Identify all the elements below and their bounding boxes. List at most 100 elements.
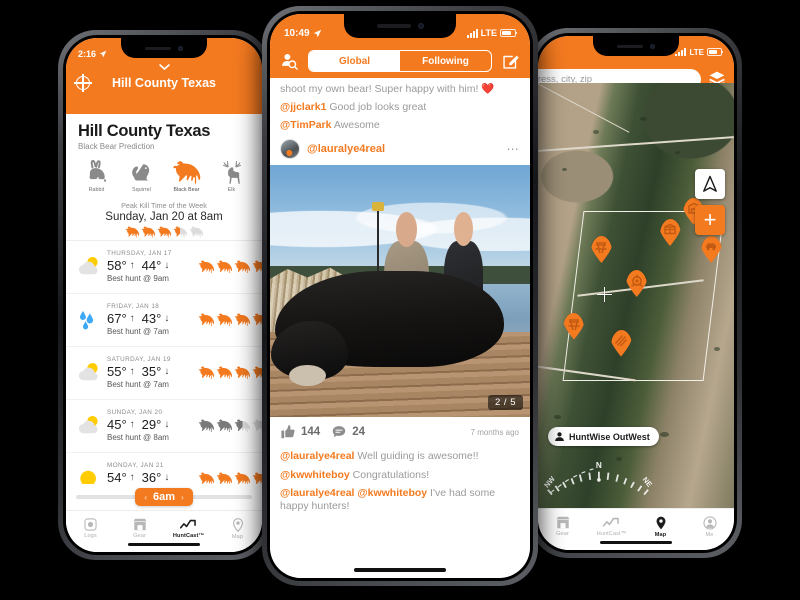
more-options-icon[interactable]: ⋯: [507, 143, 520, 155]
chevron-down-icon[interactable]: [66, 64, 262, 73]
tab-label: Map: [654, 531, 667, 538]
bear-icon: [172, 161, 200, 184]
partly-cloudy-icon: [78, 257, 98, 275]
tab-label: Me: [705, 531, 714, 538]
phone-bezel: 2:16 Hill County Texas Hill County Texas…: [63, 35, 265, 555]
tab-label: HuntCast™: [172, 533, 205, 539]
map-pin[interactable]: [701, 236, 722, 263]
post-comments-list: @lauralye4real Well guiding is awesome!!…: [270, 443, 530, 513]
compass-n: N: [596, 461, 602, 470]
comment-bubble-icon[interactable]: [332, 425, 346, 439]
tab-label: Gear: [133, 533, 146, 539]
post-username[interactable]: @lauralye4real: [307, 143, 500, 155]
bear-rating-icon: [198, 313, 215, 327]
comment-username[interactable]: @TimPark: [280, 119, 332, 131]
previous-post-comments: shoot my own bear! Super happy with him!…: [270, 78, 530, 132]
animal-squirrel[interactable]: Squirrel: [120, 159, 164, 193]
peak-kill-time: Peak Kill Time of the Week Sunday, Jan 2…: [66, 195, 262, 240]
post-actions: 144 24 7 months ago: [270, 417, 530, 443]
forecast-row[interactable]: FRIDAY, JAN 18 67° ↑ 43° ↓ Best hunt @ 7am: [66, 294, 262, 347]
feed-scope-tabs: Global Following: [308, 50, 492, 72]
bear-rating-icon: [157, 226, 171, 238]
location-arrow-icon: [313, 29, 321, 37]
map-pin[interactable]: [660, 219, 681, 246]
comment-username[interactable]: @lauralye4real @kwwhiteboy: [280, 487, 427, 499]
phone-center-social-feed: 10:49 LTE Global Following shoot my own …: [262, 6, 538, 586]
slider-prev-chevron[interactable]: ‹: [144, 493, 147, 502]
forecast-details: SATURDAY, JAN 19 55° ↑ 35° ↓ Best hunt @ 7am: [104, 356, 198, 389]
compose-icon[interactable]: [502, 52, 520, 70]
like-count: 144: [301, 426, 321, 439]
time-slider-pill[interactable]: ‹ 6am ›: [135, 488, 193, 506]
time-slider[interactable]: ‹ 6am ›: [66, 484, 262, 510]
comment-username[interactable]: @kwwhiteboy: [280, 469, 350, 481]
satellite-map[interactable]: HuntWise OutWest N NW NE +: [538, 83, 734, 508]
user-pin-icon: [555, 431, 564, 441]
signal-icon: [675, 48, 687, 56]
forecast-rating-bears: [198, 366, 262, 380]
notch: [344, 14, 456, 38]
animal-label: Rabbit: [88, 187, 105, 193]
bear-rating-icon: [216, 419, 233, 433]
comment-text: Congratulations!: [352, 468, 430, 481]
page-title: Hill County Texas: [78, 122, 211, 140]
weather-icon-cell: [74, 361, 104, 384]
tab-global[interactable]: Global: [309, 51, 400, 71]
animal-selector: Rabbit Squirrel Black Bear Elk: [66, 151, 262, 195]
tab-me[interactable]: Me: [685, 509, 734, 550]
map-pin[interactable]: [591, 236, 612, 263]
logs-icon: [84, 518, 97, 531]
forecast-rating-bears: [198, 419, 262, 433]
forecast-row[interactable]: THURSDAY, JAN 17 58° ↑ 44° ↓ Best hunt @ 9am: [66, 241, 262, 294]
map-pin[interactable]: [611, 330, 632, 357]
bear-rating-icon: [216, 313, 233, 327]
status-time: 10:49: [284, 27, 310, 39]
home-indicator: [600, 541, 672, 544]
animal-elk[interactable]: Elk: [210, 159, 254, 193]
huntcast-icon: [180, 519, 196, 529]
network-type: LTE: [480, 28, 497, 38]
location-name[interactable]: Hill County Texas: [66, 76, 262, 90]
tab-following[interactable]: Following: [400, 51, 491, 71]
avatar[interactable]: [280, 139, 300, 160]
best-hunt-time: Best hunt @ 9am: [107, 274, 169, 284]
locate-button[interactable]: [695, 169, 725, 199]
elk-icon: [222, 161, 241, 184]
user-search-icon[interactable]: [280, 52, 298, 70]
map-pin[interactable]: [563, 313, 584, 340]
comment-username[interactable]: @lauralye4real: [280, 450, 354, 462]
thumbs-up-icon[interactable]: [281, 425, 295, 439]
post-photo[interactable]: 2 / 5: [270, 165, 530, 418]
map-user-label[interactable]: HuntWise OutWest: [548, 427, 659, 446]
tab-gear[interactable]: Gear: [538, 509, 587, 550]
comment-username[interactable]: @jjclark1: [280, 101, 326, 113]
map-road: [538, 83, 630, 134]
animal-rabbit[interactable]: Rabbit: [75, 159, 119, 193]
weather-icon-cell: [74, 308, 104, 331]
tab-map[interactable]: Map: [213, 511, 262, 552]
bear-rating-icon: [125, 226, 139, 238]
forecast-date: FRIDAY, JAN 18: [107, 303, 160, 311]
forecast-row[interactable]: SUNDAY, JAN 20 45° ↑ 29° ↓ Best hunt @ 8am: [66, 400, 262, 453]
bear-rating-icon: [234, 366, 251, 380]
rabbit-icon: [89, 159, 106, 182]
temp-low: 43°: [141, 311, 162, 327]
forecast-row[interactable]: SATURDAY, JAN 19 55° ↑ 35° ↓ Best hunt @ 7am: [66, 347, 262, 400]
tab-logs[interactable]: Logs: [66, 511, 115, 552]
phone-right-map: LTE address, city, zip 41.974177, -111.7…: [530, 28, 742, 558]
temp-high: 45°: [107, 417, 127, 433]
bear-rating-icon: [198, 419, 215, 433]
comment-text: shoot my own bear! Super happy with him!…: [280, 83, 495, 95]
location-arrow-icon: [99, 50, 107, 58]
add-waypoint-button[interactable]: +: [695, 205, 725, 235]
animal-black-bear[interactable]: Black Bear: [165, 159, 209, 193]
tab-label: Logs: [84, 533, 97, 539]
map-pin[interactable]: [626, 270, 647, 297]
bear-rating-icon: [234, 260, 251, 274]
huntcast-screen: 2:16 Hill County Texas Hill County Texas…: [66, 38, 262, 552]
status-time: 2:16: [78, 49, 97, 59]
slider-next-chevron[interactable]: ›: [181, 493, 184, 502]
best-hunt-time: Best hunt @ 7am: [107, 327, 169, 337]
notch: [121, 38, 207, 58]
phone-screen: 10:49 LTE Global Following shoot my own …: [270, 14, 530, 578]
